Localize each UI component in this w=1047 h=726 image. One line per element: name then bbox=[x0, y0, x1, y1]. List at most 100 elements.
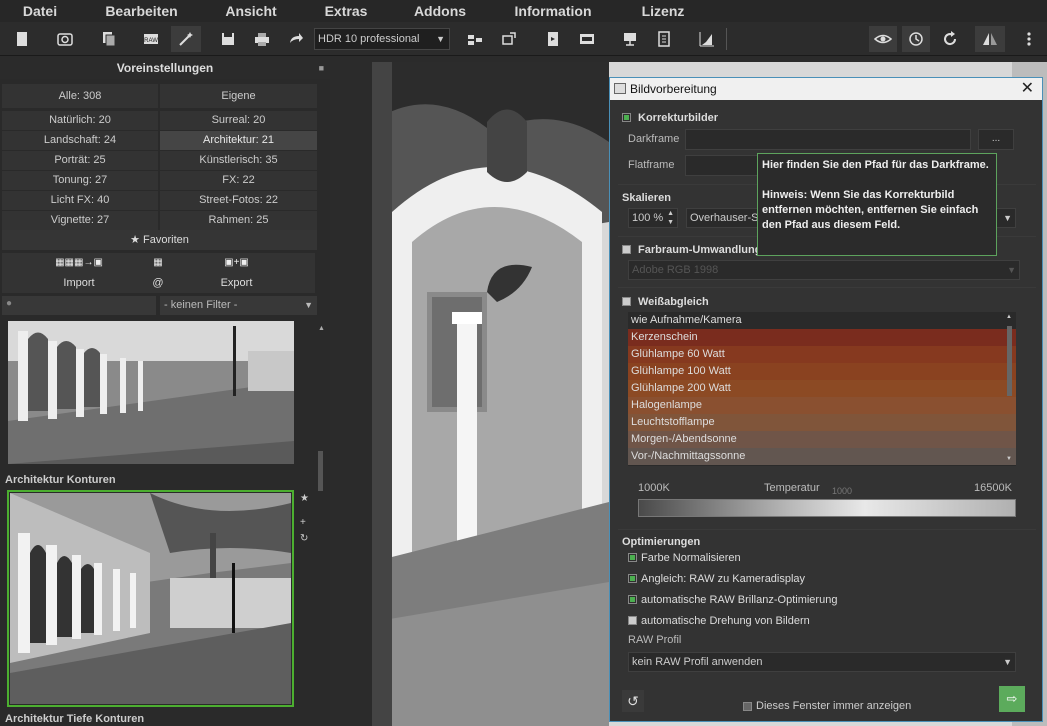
preset-thumbnail-1[interactable] bbox=[8, 321, 294, 464]
checkbox[interactable] bbox=[628, 574, 637, 583]
white-balance-item[interactable]: Halogenlampe bbox=[628, 397, 1016, 414]
redo-icon[interactable] bbox=[937, 26, 963, 52]
import-button[interactable]: ▦▦▦→▣ Import bbox=[2, 253, 156, 293]
category-tonung[interactable]: Tonung: 27 bbox=[2, 171, 158, 190]
white-balance-item[interactable]: Vor-/Nachmittagssonne bbox=[628, 448, 1016, 465]
white-balance-item[interactable]: Morgen-/Abendsonne bbox=[628, 431, 1016, 448]
batch-icon[interactable] bbox=[574, 26, 600, 52]
white-balance-item[interactable]: Glühlampe 200 Watt bbox=[628, 380, 1016, 397]
category-kuenstlerisch[interactable]: Künstlerisch: 35 bbox=[160, 151, 317, 170]
option-angleich-raw[interactable]: Angleich: RAW zu Kameradisplay bbox=[628, 573, 805, 585]
history-icon[interactable] bbox=[902, 26, 930, 52]
favorite-star-icon[interactable]: ★ bbox=[300, 493, 309, 504]
category-street-fotos[interactable]: Street-Fotos: 22 bbox=[160, 191, 317, 210]
checkbox[interactable] bbox=[628, 616, 637, 625]
print-icon[interactable] bbox=[249, 26, 275, 52]
show-always-option[interactable]: Dieses Fenster immer anzeigen bbox=[743, 700, 911, 712]
category-natuerlich[interactable]: Natürlich: 20 bbox=[2, 111, 158, 130]
white-balance-list[interactable]: wie Aufnahme/Kamera Kerzenschein Glühlampe… bbox=[628, 312, 1016, 466]
white-balance-item[interactable]: Leuchtstofflampe bbox=[628, 414, 1016, 431]
menu-ansicht[interactable]: Ansicht bbox=[203, 0, 299, 22]
save-icon[interactable] bbox=[215, 26, 241, 52]
option-raw-brillanz[interactable]: automatische RAW Brillanz-Optimierung bbox=[628, 594, 837, 606]
preset-thumbnail-2[interactable] bbox=[10, 493, 291, 704]
tab-all-presets[interactable]: Alle: 308 bbox=[2, 84, 158, 108]
temp-max-label: 16500K bbox=[974, 482, 1012, 494]
korrekturbilder-checkbox[interactable] bbox=[622, 113, 631, 122]
option-farbe-normalisieren[interactable]: Farbe Normalisieren bbox=[628, 552, 741, 564]
white-balance-item[interactable]: Glühlampe 100 Watt bbox=[628, 363, 1016, 380]
new-file-icon[interactable] bbox=[9, 26, 35, 52]
apply-arrow-button[interactable]: ⇨ bbox=[999, 686, 1025, 712]
raw-profile-select[interactable]: kein RAW Profil anwenden ▼ bbox=[628, 652, 1016, 672]
checkbox[interactable] bbox=[628, 553, 637, 562]
checkbox[interactable] bbox=[628, 595, 637, 604]
flatframe-label: Flatframe bbox=[628, 159, 675, 171]
option-auto-drehung[interactable]: automatische Drehung von Bildern bbox=[628, 615, 810, 627]
window-icon bbox=[614, 83, 626, 94]
category-rahmen[interactable]: Rahmen: 25 bbox=[160, 211, 317, 230]
thumbnail-scrollbar[interactable]: ▲ bbox=[318, 325, 325, 725]
menu-bearbeiten[interactable]: Bearbeiten bbox=[80, 0, 203, 22]
export-icon: ▣+▣ bbox=[224, 257, 249, 268]
panel-icon[interactable] bbox=[651, 26, 677, 52]
compare-icon[interactable] bbox=[975, 26, 1005, 52]
refresh-icon[interactable]: ↻ bbox=[300, 533, 308, 544]
share-icon[interactable] bbox=[283, 26, 309, 52]
preset-select[interactable]: HDR 10 professional ▼ bbox=[314, 28, 450, 50]
scrollbar-thumb[interactable] bbox=[318, 451, 323, 491]
favorites-button[interactable]: ★ Favoriten bbox=[2, 230, 317, 250]
white-balance-item[interactable]: Glühlampe 60 Watt bbox=[628, 346, 1016, 363]
scrollbar-thumb[interactable] bbox=[1007, 326, 1012, 396]
scroll-up-icon[interactable]: ▲ bbox=[1006, 314, 1012, 320]
menu-information[interactable]: Information bbox=[487, 0, 619, 22]
histogram-icon[interactable] bbox=[694, 26, 720, 52]
chevron-down-icon: ▼ bbox=[1007, 265, 1016, 275]
slideshow-icon[interactable] bbox=[617, 26, 643, 52]
category-architektur[interactable]: Architektur: 21 bbox=[160, 131, 317, 150]
more-options-icon[interactable] bbox=[1016, 26, 1042, 52]
category-portraet[interactable]: Porträt: 25 bbox=[2, 151, 158, 170]
copy-files-icon[interactable] bbox=[96, 26, 122, 52]
white-balance-item[interactable]: Kerzenschein bbox=[628, 329, 1016, 346]
search-input[interactable] bbox=[2, 296, 156, 315]
preview-eye-icon[interactable] bbox=[869, 26, 897, 52]
export-doc-icon[interactable] bbox=[540, 26, 566, 52]
category-licht-fx[interactable]: Licht FX: 40 bbox=[2, 191, 158, 210]
menu-lizenz[interactable]: Lizenz bbox=[619, 0, 707, 22]
menu-extras[interactable]: Extras bbox=[299, 0, 393, 22]
layout-icon[interactable] bbox=[462, 26, 488, 52]
undo-icon[interactable]: ↺ bbox=[622, 690, 644, 712]
stack-icon[interactable] bbox=[496, 26, 522, 52]
temperature-slider[interactable] bbox=[638, 499, 1016, 517]
tab-own-presets[interactable]: Eigene bbox=[160, 84, 317, 108]
white-balance-scrollbar[interactable]: ▲ ▼ bbox=[1006, 314, 1014, 464]
white-balance-item[interactable]: wie Aufnahme/Kamera bbox=[628, 312, 1016, 329]
weissabgleich-checkbox[interactable] bbox=[622, 297, 631, 306]
camera-icon[interactable] bbox=[52, 26, 78, 52]
scroll-down-icon[interactable]: ▼ bbox=[1006, 456, 1012, 462]
close-icon[interactable]: ✕ bbox=[1021, 78, 1034, 100]
category-fx[interactable]: FX: 22 bbox=[160, 171, 317, 190]
category-surreal[interactable]: Surreal: 20 bbox=[160, 111, 317, 130]
color-profile-select[interactable]: Adobe RGB 1998 ▼ bbox=[628, 260, 1020, 280]
export-button[interactable]: ▣+▣ Export bbox=[158, 253, 315, 293]
checkbox[interactable] bbox=[743, 702, 752, 711]
scroll-up-icon[interactable]: ▲ bbox=[318, 325, 325, 332]
menu-datei[interactable]: Datei bbox=[0, 0, 80, 22]
share-mail-button[interactable]: ▦ @ bbox=[148, 253, 168, 293]
scale-percent-stepper[interactable]: 100 % ▲ ▼ bbox=[628, 208, 678, 228]
darkframe-browse-button[interactable]: ... bbox=[978, 129, 1014, 150]
raw-icon[interactable]: RAW bbox=[138, 26, 164, 52]
farbraum-checkbox[interactable] bbox=[622, 245, 631, 254]
filter-select[interactable]: - keinen Filter - ▼ bbox=[160, 296, 317, 315]
menu-addons[interactable]: Addons bbox=[393, 0, 487, 22]
category-landschaft[interactable]: Landschaft: 24 bbox=[2, 131, 158, 150]
toolbar: RAW HDR 10 professional ▼ bbox=[0, 22, 1047, 56]
add-icon[interactable]: + bbox=[300, 517, 306, 528]
category-vignette[interactable]: Vignette: 27 bbox=[2, 211, 158, 230]
magic-wand-icon[interactable] bbox=[171, 26, 201, 52]
selected-preset-frame[interactable] bbox=[7, 490, 294, 707]
darkframe-field[interactable] bbox=[685, 129, 971, 150]
pin-icon[interactable]: ■ bbox=[319, 57, 324, 79]
